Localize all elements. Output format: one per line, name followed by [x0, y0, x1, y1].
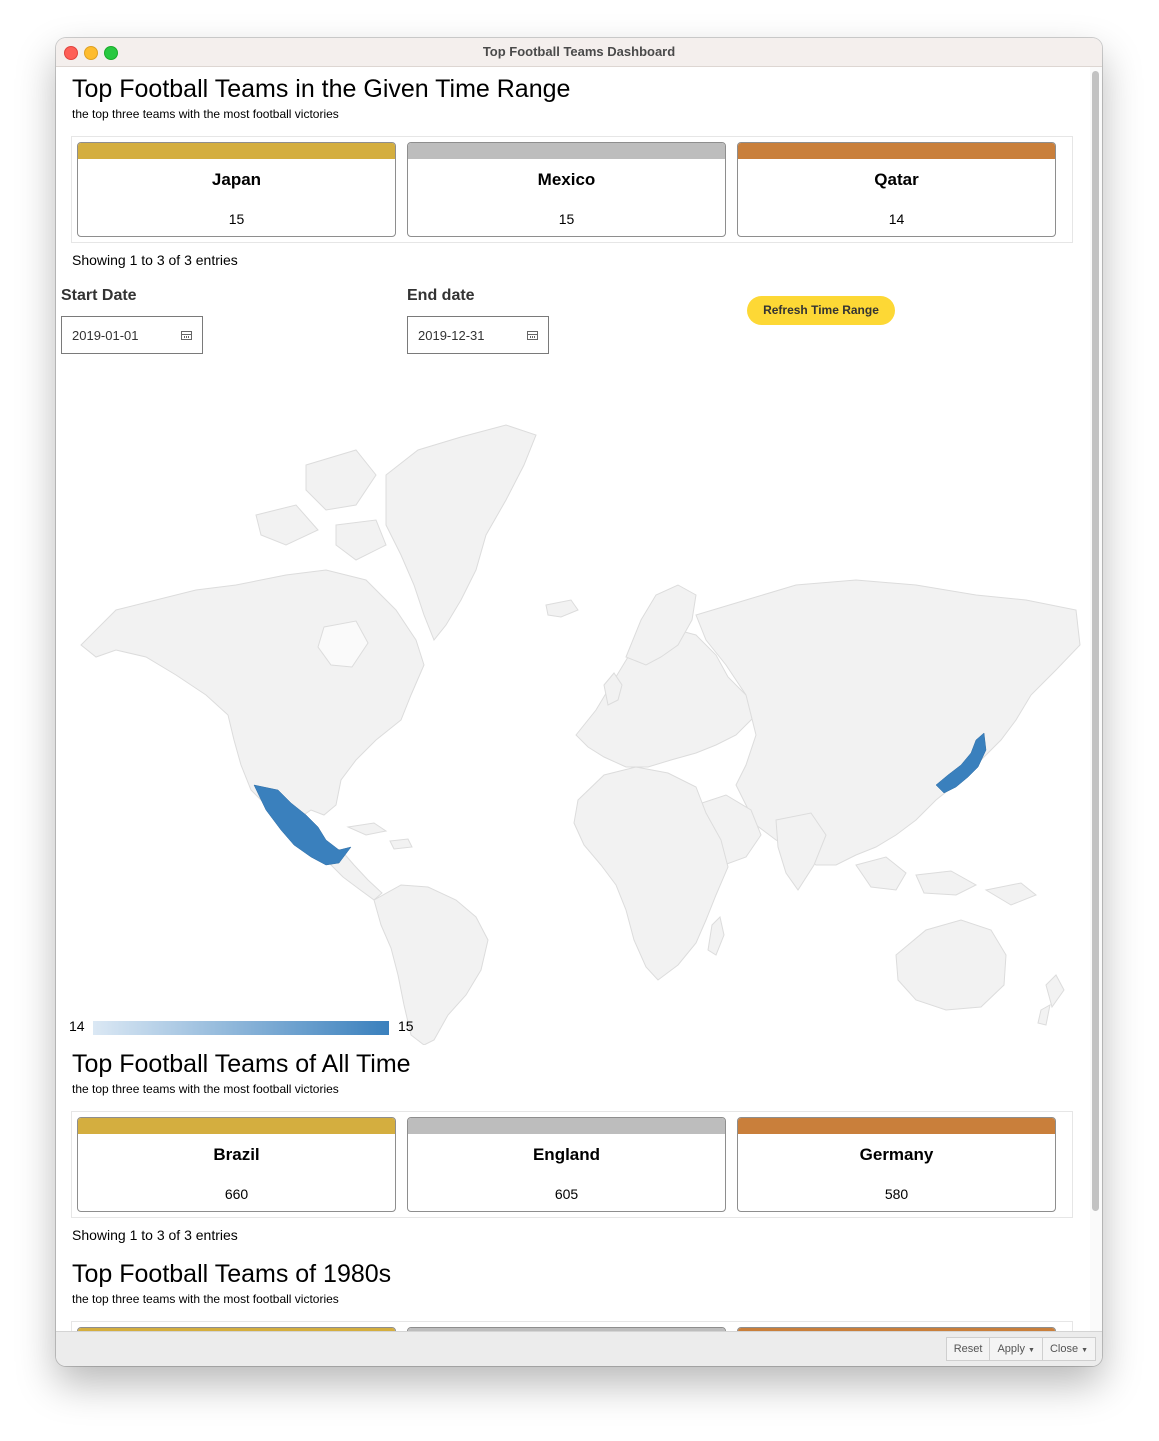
- team-name: Mexico: [537, 170, 596, 189]
- world-map[interactable]: [56, 395, 1090, 1045]
- start-date-label: Start Date: [61, 287, 137, 304]
- arctic-islands: [255, 449, 387, 561]
- africa: [573, 766, 729, 981]
- scrollbar-thumb[interactable]: [1092, 71, 1099, 1211]
- team-wins: 15: [558, 211, 575, 227]
- reset-label: Reset: [953, 1343, 983, 1355]
- toolbar-button-group: Reset Apply ▼ Close ▼: [945, 1337, 1096, 1361]
- team-card-first: Brazil 660: [77, 1117, 396, 1212]
- team-card-second: Mexico 15: [407, 142, 726, 237]
- section3-title: Top Football Teams of 1980s: [72, 1260, 392, 1288]
- team-name: Qatar: [874, 170, 919, 189]
- legend-min-value: 14: [69, 1018, 85, 1034]
- team-name: Brazil: [213, 1145, 260, 1164]
- dashboard-content: Top Football Teams in the Given Time Ran…: [56, 67, 1090, 1332]
- team-card-second: England 605: [407, 1117, 726, 1212]
- silver-band: [408, 1118, 725, 1134]
- gold-band: [78, 143, 395, 159]
- madagascar: [707, 916, 725, 956]
- app-window: Top Football Teams Dashboard Top Footbal…: [56, 38, 1102, 1366]
- reset-button[interactable]: Reset: [947, 1338, 991, 1360]
- team-wins: 580: [884, 1186, 909, 1202]
- team-wins: 14: [888, 211, 905, 227]
- caribbean-islands: [346, 822, 413, 850]
- window-title: Top Football Teams Dashboard: [482, 44, 676, 59]
- team-wins: 660: [224, 1186, 249, 1202]
- team-card-third: Germany 580: [737, 1117, 1056, 1212]
- caret-down-icon: ▼: [1028, 1347, 1035, 1354]
- team-name: England: [532, 1145, 601, 1164]
- close-button[interactable]: Close ▼: [1043, 1338, 1095, 1360]
- end-date-label: End date: [407, 287, 475, 304]
- bottom-toolbar: Reset Apply ▼ Close ▼: [56, 1331, 1102, 1366]
- legend-color-scale: [93, 1021, 389, 1035]
- team-name: Japan: [211, 170, 262, 189]
- close-label: Close: [1049, 1343, 1079, 1355]
- section2-cards: Brazil 660 England 605 Germany 580: [71, 1111, 1073, 1218]
- close-window-button[interactable]: [64, 46, 78, 60]
- team-name: Germany: [859, 1145, 934, 1164]
- silver-band: [408, 143, 725, 159]
- iceland: [545, 599, 579, 618]
- gold-band: [78, 1118, 395, 1134]
- new-zealand: [1037, 974, 1065, 1026]
- team-card-third: Qatar 14: [737, 142, 1056, 237]
- end-date-input[interactable]: 2019-12-31: [407, 316, 549, 354]
- team-card-first: Japan 15: [77, 142, 396, 237]
- section1-entries-info: Showing 1 to 3 of 3 entries: [72, 252, 238, 268]
- greenland[interactable]: [385, 424, 537, 641]
- south-america: [373, 884, 489, 1045]
- section1-title: Top Football Teams in the Given Time Ran…: [72, 75, 571, 103]
- end-date-value: 2019-12-31: [418, 328, 485, 343]
- start-date-value: 2019-01-01: [72, 328, 139, 343]
- section2-subtitle: the top three teams with the most footba…: [72, 1082, 339, 1096]
- bronze-band: [738, 143, 1055, 159]
- north-america: [80, 569, 425, 821]
- legend-max-value: 15: [398, 1018, 414, 1034]
- section3-subtitle: the top three teams with the most footba…: [72, 1292, 339, 1306]
- calendar-icon[interactable]: [527, 331, 538, 340]
- section2-entries-info: Showing 1 to 3 of 3 entries: [72, 1227, 238, 1243]
- bronze-band: [738, 1118, 1055, 1134]
- calendar-icon[interactable]: [181, 331, 192, 340]
- land-masses: [80, 424, 1081, 1045]
- minimize-window-button[interactable]: [84, 46, 98, 60]
- maximize-window-button[interactable]: [104, 46, 118, 60]
- title-bar: Top Football Teams Dashboard: [56, 38, 1102, 67]
- section2-title: Top Football Teams of All Time: [72, 1050, 411, 1078]
- section1-subtitle: the top three teams with the most footba…: [72, 107, 339, 121]
- section1-cards: Japan 15 Mexico 15 Qatar 14: [71, 136, 1073, 243]
- team-wins: 605: [554, 1186, 579, 1202]
- refresh-time-range-button[interactable]: Refresh Time Range: [747, 296, 895, 325]
- caret-down-icon: ▼: [1081, 1347, 1088, 1354]
- team-wins: 15: [228, 211, 245, 227]
- southeast-asia: [855, 856, 1037, 906]
- apply-button[interactable]: Apply ▼: [990, 1338, 1043, 1360]
- australia: [895, 919, 1007, 1011]
- start-date-input[interactable]: 2019-01-01: [61, 316, 203, 354]
- apply-label: Apply: [997, 1343, 1025, 1355]
- india: [775, 812, 827, 891]
